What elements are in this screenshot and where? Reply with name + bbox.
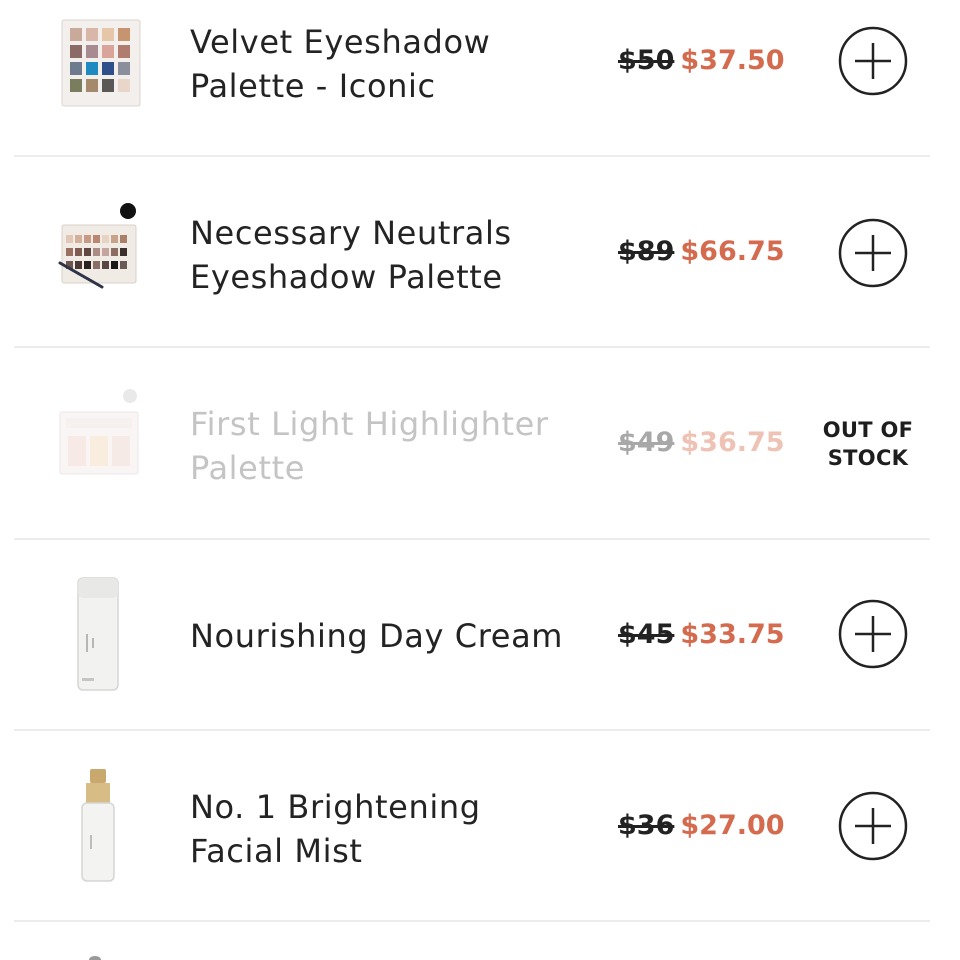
product-name: First Light Highlighter Palette [190, 402, 590, 490]
sale-price: $66.75 [680, 236, 785, 267]
highlighter-palette-thumbnail [59, 389, 139, 475]
price-group: $36 $27.00 [618, 809, 798, 843]
next-product-thumbnail [89, 956, 101, 960]
price-group: $49 $36.75 [618, 426, 798, 460]
product-name-line: Eyeshadow Palette [190, 258, 503, 296]
eyeshadow-palette-thumbnail [58, 203, 137, 289]
price-group: $50 $37.50 [618, 44, 798, 78]
plus-circle-icon [838, 791, 908, 861]
price-group: $89 $66.75 [618, 235, 798, 269]
out-of-stock-label: OUT OF STOCK [808, 416, 928, 472]
original-price: $49 [618, 427, 675, 458]
plus-circle-icon [838, 599, 908, 669]
sale-price: $27.00 [680, 810, 785, 841]
original-price: $36 [618, 810, 675, 841]
product-name-line: Necessary Neutrals [190, 214, 512, 252]
add-to-bag-button[interactable] [838, 791, 908, 861]
product-name-line: Facial Mist [190, 832, 363, 870]
out-of-stock-line: STOCK [827, 446, 909, 470]
product-row-brightening-facial-mist[interactable]: No. 1 Brightening Facial Mist $36 $27.00 [0, 731, 960, 922]
product-name: Velvet Eyeshadow Palette - Iconic [190, 20, 590, 108]
out-of-stock-line: OUT OF [822, 418, 914, 442]
mist-bottle-thumbnail [81, 769, 115, 882]
product-name-line: Velvet Eyeshadow [190, 23, 491, 61]
original-price: $45 [618, 619, 675, 650]
plus-circle-icon [838, 26, 908, 96]
product-row-nourishing-day-cream[interactable]: Nourishing Day Cream $45 $33.75 [0, 540, 960, 731]
cream-bottle-thumbnail [77, 577, 119, 691]
add-to-bag-button[interactable] [838, 26, 908, 96]
product-name-line: Nourishing Day Cream [190, 617, 564, 655]
add-to-bag-button[interactable] [838, 599, 908, 669]
product-row-first-light-highlighter-palette: First Light Highlighter Palette $49 $36.7… [0, 348, 960, 539]
sale-price: $33.75 [680, 619, 785, 650]
product-row-necessary-neutrals-palette[interactable]: Necessary Neutrals Eyeshadow Palette $89… [0, 157, 960, 348]
product-name-line: First Light Highlighter [190, 405, 549, 443]
product-name-line: Palette - Iconic [190, 67, 436, 105]
product-name-line: No. 1 Brightening [190, 788, 481, 826]
row-divider [14, 920, 930, 922]
product-list: Velvet Eyeshadow Palette - Iconic $50 $37… [0, 0, 960, 960]
original-price: $89 [618, 236, 675, 267]
product-name: No. 1 Brightening Facial Mist [190, 785, 590, 873]
price-group: $45 $33.75 [618, 618, 798, 652]
product-name-line: Palette [190, 449, 306, 487]
original-price: $50 [618, 45, 675, 76]
product-name: Nourishing Day Cream [190, 614, 590, 658]
add-to-bag-button[interactable] [838, 218, 908, 288]
sale-price: $37.50 [680, 45, 785, 76]
sale-price: $36.75 [680, 427, 785, 458]
plus-circle-icon [838, 218, 908, 288]
eyeshadow-palette-thumbnail [61, 19, 141, 107]
product-name: Necessary Neutrals Eyeshadow Palette [190, 211, 590, 299]
